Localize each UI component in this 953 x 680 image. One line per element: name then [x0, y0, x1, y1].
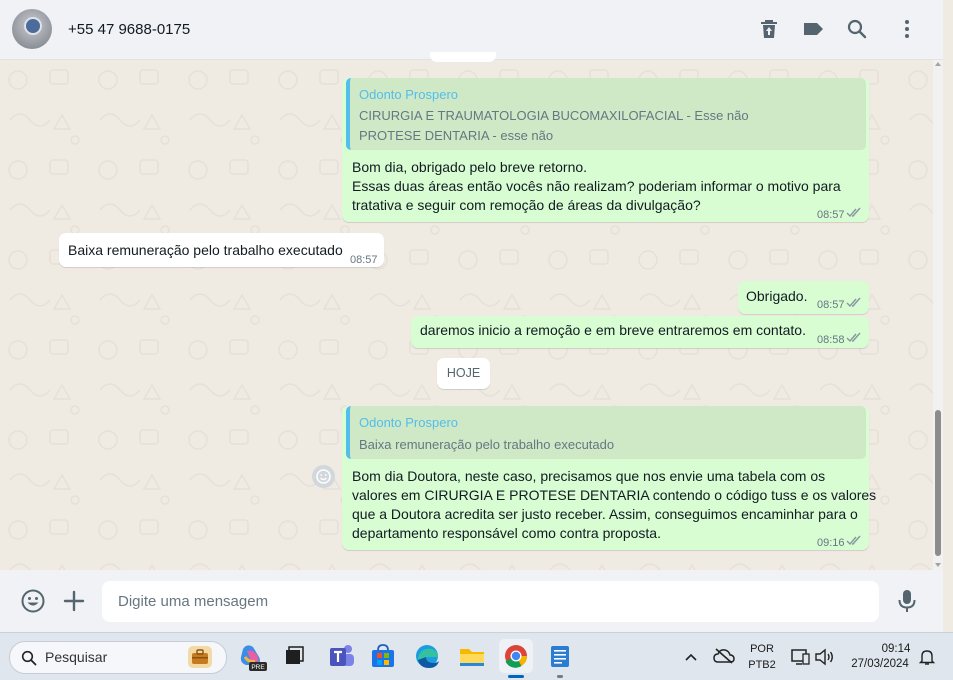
scroll-up-arrow-icon[interactable] [935, 62, 941, 66]
menu-icon[interactable] [895, 17, 919, 41]
date-divider: HOJE [437, 358, 490, 389]
emoji-icon[interactable] [20, 588, 46, 614]
message-text: departamento responsável como contra pro… [352, 525, 661, 541]
file-explorer-app[interactable] [455, 639, 489, 673]
delete-chat-icon[interactable] [757, 17, 781, 41]
clock-time[interactable]: 09:14 [874, 643, 918, 655]
label-icon[interactable] [801, 17, 825, 41]
volume-icon[interactable] [814, 648, 834, 666]
message-text: Baixa remuneração pelo trabalho executad… [68, 242, 343, 258]
copilot-app[interactable]: PRE [235, 639, 269, 673]
windows-taskbar: Pesquisar PRE POR PTB2 09:14 27/03/2024 [0, 632, 953, 680]
message-text: valores em CIRURGIA E PROTESE DENTARIA c… [352, 487, 877, 503]
message-bubble-outgoing[interactable]: daremos inicio a remoção e em breve entr… [411, 316, 869, 348]
react-emoji-button[interactable] [312, 465, 335, 488]
message-text: Bom dia, obrigado pelo breve retorno. [352, 159, 588, 175]
teams-app[interactable] [324, 639, 358, 673]
message-time: 09:16 [817, 537, 845, 549]
notepad-open-indicator [557, 675, 563, 678]
keyboard-language[interactable]: POR [748, 643, 776, 655]
message-input-placeholder: Digite uma mensagem [118, 593, 269, 610]
onedrive-offline-icon[interactable] [713, 647, 735, 665]
message-time: 08:57 [817, 299, 845, 311]
message-time: 08:57 [817, 209, 845, 221]
scrollbar-thumb[interactable] [935, 410, 941, 556]
microphone-icon[interactable] [894, 588, 920, 614]
message-input[interactable]: Digite uma mensagem [102, 581, 879, 622]
message-text: daremos inicio a remoção e em breve entr… [420, 322, 806, 338]
message-bubble-incoming[interactable]: Baixa remuneração pelo trabalho executad… [59, 233, 384, 267]
read-ticks-icon [846, 332, 861, 343]
message-text: tratativa e seguir com remoção de áreas … [352, 197, 701, 213]
message-bubble-outgoing[interactable]: Odonto Prospero CIRURGIA E TRAUMATOLOGIA… [342, 78, 869, 222]
copilot-badge: PRE [251, 664, 265, 671]
network-display-icon[interactable] [790, 648, 810, 666]
clock-date[interactable]: 27/03/2024 [846, 658, 914, 670]
message-text: Obrigado. [746, 288, 808, 304]
search-icon[interactable] [845, 17, 869, 41]
taskbar-search[interactable]: Pesquisar [9, 641, 227, 674]
read-ticks-icon [846, 207, 861, 218]
search-icon [21, 650, 37, 666]
quoted-message[interactable]: Odonto Prospero Baixa remuneração pelo t… [346, 406, 866, 459]
message-time: 08:58 [817, 334, 845, 346]
read-ticks-icon [846, 535, 861, 546]
attach-plus-icon[interactable] [61, 588, 87, 614]
keyboard-layout[interactable]: PTB2 [746, 659, 778, 671]
teams-icon [330, 645, 354, 666]
read-ticks-icon [846, 297, 861, 308]
taskbar-search-label: Pesquisar [45, 649, 108, 665]
chat-scrollbar[interactable] [933, 60, 943, 570]
copilot-icon: PRE [240, 645, 267, 671]
notepad-icon [551, 646, 569, 667]
quoted-message[interactable]: Odonto Prospero CIRURGIA E TRAUMATOLOGIA… [346, 78, 866, 150]
task-view-app[interactable] [277, 639, 311, 673]
avatar-logo-icon [24, 17, 42, 35]
chat-header: +55 47 9688-0175 [0, 0, 943, 60]
message-time: 08:57 [350, 254, 378, 266]
file-explorer-icon [460, 649, 484, 666]
microsoft-store-icon [372, 644, 394, 667]
chrome-icon [505, 645, 528, 668]
edge-app[interactable] [410, 639, 444, 673]
notification-bell-icon[interactable] [918, 648, 936, 666]
show-hidden-icons-chevron-up-icon[interactable] [683, 649, 699, 665]
microsoft-store-app[interactable] [366, 639, 400, 673]
chrome-app[interactable] [499, 639, 533, 673]
quoted-line: CIRURGIA E TRAUMATOLOGIA BUCOMAXILOFACIA… [359, 108, 749, 123]
quoted-line: PROTESE DENTARIA - esse não [359, 128, 554, 143]
chrome-active-indicator [508, 675, 524, 678]
notepad-app[interactable] [543, 639, 577, 673]
work-briefcase-icon[interactable] [188, 646, 212, 668]
quoted-author: Odonto Prospero [359, 87, 459, 102]
message-composer: Digite uma mensagem [0, 570, 943, 632]
quoted-line: Baixa remuneração pelo trabalho executad… [359, 437, 615, 452]
scroll-down-arrow-icon[interactable] [935, 563, 941, 567]
edge-icon [416, 645, 439, 668]
message-text: que a Doutora acredita ser justo receber… [352, 506, 858, 522]
smiley-icon [316, 469, 331, 484]
contact-avatar[interactable] [12, 9, 52, 49]
task-view-icon [286, 646, 304, 664]
message-bubble-outgoing[interactable]: Obrigado. 08:57 [738, 281, 869, 314]
message-text: Essas duas áreas então vocês não realiza… [352, 178, 841, 194]
message-text: Bom dia Doutora, neste caso, precisamos … [352, 468, 826, 484]
previous-date-chip [430, 52, 496, 62]
quoted-author: Odonto Prospero [359, 415, 459, 430]
contact-name[interactable]: +55 47 9688-0175 [68, 21, 190, 38]
message-bubble-outgoing[interactable]: Odonto Prospero Baixa remuneração pelo t… [342, 406, 876, 550]
